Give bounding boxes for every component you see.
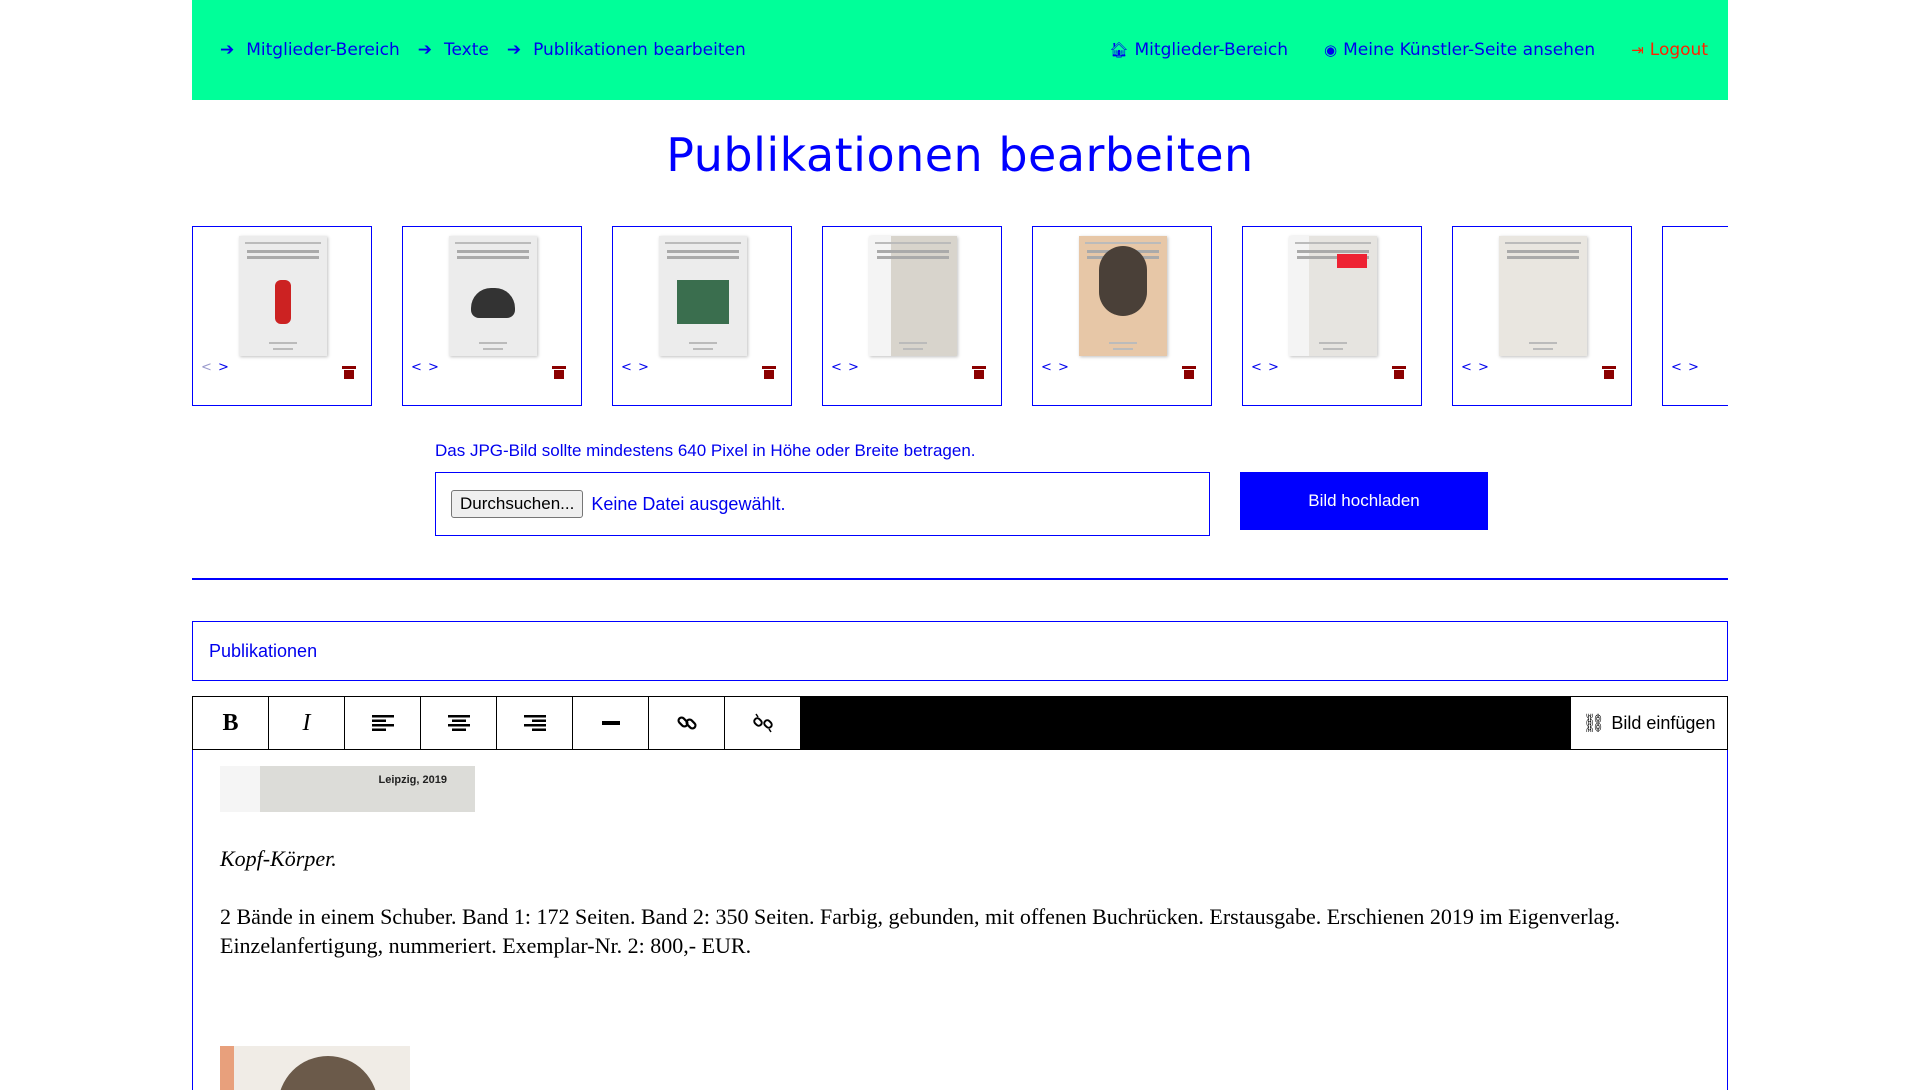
- book-cover-image: [659, 236, 747, 356]
- trash-icon[interactable]: [342, 366, 356, 379]
- home-icon: 🏠︎: [1109, 41, 1129, 59]
- reorder-controls[interactable]: < >: [1461, 360, 1490, 375]
- top-navigation: ➔ Mitglieder-Bereich ➔ Texte ➔ Publikati…: [192, 0, 1728, 100]
- horizontal-rule-button[interactable]: [573, 697, 649, 749]
- breadcrumb-item-texte[interactable]: ➔ Texte: [418, 40, 489, 60]
- image-unlink-icon: ⛓: [1582, 712, 1606, 733]
- book-cover-image: [449, 236, 537, 356]
- link-button[interactable]: [649, 697, 725, 749]
- image-caption: Leipzig, 2019: [378, 774, 447, 786]
- thumbnail-book-shell[interactable]: < >: [402, 226, 582, 406]
- nav-link-members[interactable]: 🏠︎ Mitglieder-Bereich: [1109, 40, 1288, 60]
- page-title: Publikationen bearbeiten: [666, 128, 1254, 182]
- browse-button[interactable]: Durchsuchen...: [451, 490, 584, 518]
- book-cover-image: [1289, 236, 1377, 356]
- arrow-right-icon: ➔: [506, 40, 522, 60]
- thumbnail-book-spine[interactable]: < >: [822, 226, 1002, 406]
- reorder-controls[interactable]: < >: [1041, 360, 1070, 375]
- file-input[interactable]: Durchsuchen... Keine Datei ausgewählt.: [435, 472, 1210, 536]
- reorder-controls[interactable]: < >: [621, 360, 650, 375]
- breadcrumb: ➔ Mitglieder-Bereich ➔ Texte ➔ Publikati…: [220, 40, 764, 60]
- thumbnail-book-kopf-koerper[interactable]: < >: [1242, 226, 1422, 406]
- breadcrumb-label[interactable]: Texte: [444, 40, 489, 60]
- file-status: Keine Datei ausgewählt.: [591, 493, 786, 514]
- unlink-button[interactable]: [725, 697, 801, 749]
- trash-icon[interactable]: [1392, 366, 1406, 379]
- align-right-icon: [523, 715, 546, 731]
- book-cover-image: [869, 236, 957, 356]
- logout-label[interactable]: Logout: [1650, 40, 1708, 60]
- book-cover-image: [239, 236, 327, 356]
- reorder-controls[interactable]: < >: [1251, 360, 1280, 375]
- editor-toolbar: B I ⛓ Bild einfügen: [192, 696, 1728, 750]
- insert-image-label[interactable]: Bild einfügen: [1611, 713, 1715, 734]
- book-cover-image: [1079, 236, 1167, 356]
- thumbnail-book-portrait[interactable]: < >: [1032, 226, 1212, 406]
- minus-icon: [601, 721, 620, 725]
- unlink-icon: [752, 713, 773, 733]
- rich-text-editor[interactable]: Leipzig, 2019 Kopf-Körper. 2 Bände in ei…: [192, 750, 1728, 1090]
- insert-image-button[interactable]: ⛓ Bild einfügen: [1571, 697, 1727, 749]
- arrow-right-icon: ➔: [220, 40, 235, 60]
- upload-button[interactable]: Bild hochladen: [1240, 472, 1488, 530]
- portrait-face: [278, 1056, 378, 1090]
- logout-icon: ⇥: [1631, 41, 1644, 59]
- nav-link-artist-page[interactable]: ◉ Meine Künstler-Seite ansehen: [1324, 40, 1595, 60]
- trash-icon[interactable]: [1602, 366, 1616, 379]
- page-container: ➔ Mitglieder-Bereich ➔ Texte ➔ Publikati…: [192, 0, 1728, 1090]
- reorder-controls[interactable]: < >: [411, 360, 440, 375]
- divider: [192, 578, 1728, 580]
- nav-link-label[interactable]: Meine Künstler-Seite ansehen: [1343, 40, 1595, 60]
- link-icon: [676, 716, 697, 730]
- book-cover-image: [1499, 236, 1587, 356]
- reorder-controls[interactable]: < >: [831, 360, 860, 375]
- bold-button[interactable]: B: [193, 697, 269, 749]
- embedded-portrait-image[interactable]: [220, 1046, 410, 1090]
- thumbnail-book-fire-extinguisher[interactable]: < >: [192, 226, 372, 406]
- italic-button[interactable]: I: [269, 697, 345, 749]
- align-left-icon: [371, 715, 394, 731]
- publication-title: Kopf-Körper.: [220, 846, 337, 871]
- arrow-right-icon: ➔: [417, 40, 432, 60]
- reorder-controls[interactable]: < >: [1671, 360, 1700, 375]
- embedded-book-image[interactable]: Leipzig, 2019: [220, 766, 475, 812]
- align-left-button[interactable]: [345, 697, 421, 749]
- trash-icon[interactable]: [972, 366, 986, 379]
- nav-links: 🏠︎ Mitglieder-Bereich ◉ Meine Künstler-S…: [1073, 40, 1708, 60]
- thumbnail-book-partial[interactable]: < >: [1662, 226, 1728, 406]
- upload-hint: Das JPG-Bild sollte mindestens 640 Pixel…: [435, 441, 976, 460]
- trash-icon[interactable]: [552, 366, 566, 379]
- logout-link[interactable]: ⇥ Logout: [1631, 40, 1708, 60]
- nav-link-label[interactable]: Mitglieder-Bereich: [1135, 40, 1288, 60]
- align-right-button[interactable]: [497, 697, 573, 749]
- reorder-controls[interactable]: < >: [201, 360, 230, 375]
- thumbnail-strip: < > < > < > < > < > < > < > < >: [192, 226, 1728, 408]
- eye-icon: ◉: [1324, 41, 1338, 59]
- breadcrumb-item-publikationen[interactable]: ➔ Publikationen bearbeiten: [507, 40, 746, 60]
- breadcrumb-label[interactable]: Mitglieder-Bereich: [246, 40, 399, 60]
- publication-description: 2 Bände in einem Schuber. Band 1: 172 Se…: [220, 904, 1620, 958]
- trash-icon[interactable]: [1182, 366, 1196, 379]
- breadcrumb-item-mitglieder[interactable]: ➔ Mitglieder-Bereich: [220, 40, 400, 60]
- align-center-icon: [447, 715, 470, 731]
- trash-icon[interactable]: [762, 366, 776, 379]
- align-center-button[interactable]: [421, 697, 497, 749]
- thumbnail-book-landscape[interactable]: < >: [612, 226, 792, 406]
- breadcrumb-label[interactable]: Publikationen bearbeiten: [533, 40, 746, 60]
- thumbnail-book-text-cover[interactable]: < >: [1452, 226, 1632, 406]
- title-input[interactable]: Publikationen: [192, 621, 1728, 681]
